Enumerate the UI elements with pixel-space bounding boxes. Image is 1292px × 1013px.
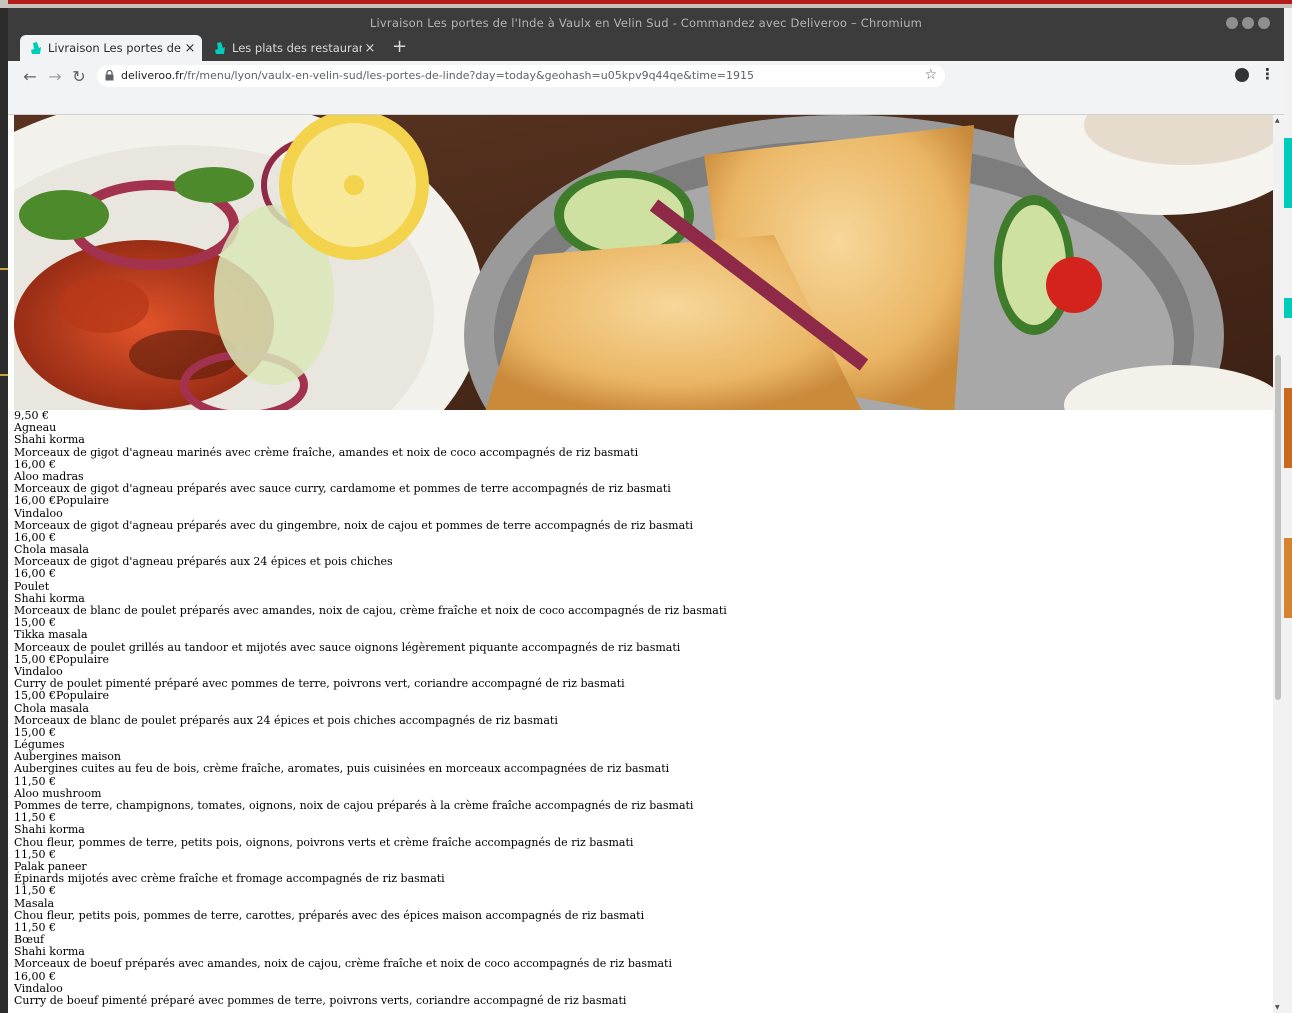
arrow-right-icon: → (48, 67, 62, 86)
menu-text-line: 11,50 € (14, 920, 56, 934)
tab-label: Les plats des restaurants (232, 41, 362, 55)
menu-text-line: Morceaux de boeuf préparés avec amandes,… (14, 957, 672, 971)
menu-list: 9,50 € Agneau Shahi korma Morceaux de gigot… (14, 409, 1264, 1007)
url-host: deliveroo.fr (121, 69, 184, 82)
menu-text-line: Shahi korma (14, 433, 85, 447)
maximize-button[interactable] (1242, 17, 1254, 29)
scroll-down-icon[interactable]: ▼ (1275, 1004, 1280, 1011)
tab-strip: Livraison Les portes de l'I × Les plats … (8, 35, 1284, 61)
menu-text-line: 15,00 € (14, 725, 56, 739)
menu-text-line: Morceaux de gigot d'agneau préparés avec… (14, 482, 671, 496)
menu-text-line: 15,00 € (14, 616, 56, 630)
menu-text-line: 15,00 €Populaire (14, 652, 110, 666)
window-controls (1226, 17, 1270, 29)
restaurant-hero-image (14, 115, 1273, 410)
menu-text-line: Morceaux de blanc de poulet préparés ave… (14, 604, 727, 617)
menu-text-line: Pommes de terre, champignons, tomates, o… (14, 799, 694, 812)
background-window-edge (1283, 8, 1292, 1013)
browser-window: Livraison Les portes de l'Inde à Vaulx e… (8, 8, 1284, 1013)
menu-text-line: Vindaloo (14, 506, 63, 520)
menu-text-line: 16,00 € (14, 567, 56, 581)
menu-text-line: 16,00 € (14, 969, 56, 983)
menu-text-line: 16,00 €Populaire (14, 494, 110, 508)
menu-text-line: Chola masala (14, 701, 89, 715)
desktop-accent-strip (8, 0, 1292, 4)
url-path: /fr/menu/lyon/vaulx-en-velin-sud/les-por… (183, 69, 754, 82)
menu-text-line: 11,50 € (14, 774, 56, 788)
page-scrollbar[interactable]: ▲ ▼ (1273, 115, 1284, 1013)
menu-text-line: Shahi korma (14, 823, 85, 837)
kebab-menu-icon[interactable]: ⋮ (1260, 65, 1275, 83)
menu-text-line: 15,00 €Populaire (14, 689, 110, 703)
menu-text-line: Aubergines cuites au feu de bois, crème … (14, 762, 670, 776)
menu-text-line: Morceaux de blanc de poulet préparés aux… (14, 713, 558, 727)
menu-text-line: 11,50 € (14, 847, 56, 861)
menu-text-line: 16,00 € (14, 530, 56, 544)
menu-text-line: Tikka masala (14, 628, 88, 642)
menu-text-line: Épinards mijotés avec crème fraîche et f… (14, 872, 445, 886)
url-text[interactable]: deliveroo.fr/fr/menu/lyon/vaulx-en-velin… (121, 69, 754, 82)
menu-text-line: Morceaux de poulet grillés au tandoor et… (14, 640, 681, 654)
address-bar[interactable]: deliveroo.fr/fr/menu/lyon/vaulx-en-velin… (97, 65, 945, 87)
menu-text-line: Poulet (14, 579, 50, 593)
menu-text-line: 9,50 € (14, 409, 49, 422)
food-photo (14, 115, 1273, 410)
page-content: 9,50 € Agneau Shahi korma Morceaux de gigot… (14, 115, 1273, 1013)
tab-deliveroo-restaurant[interactable]: Livraison Les portes de l'I × (20, 35, 202, 61)
menu-text-line: Morceaux de gigot d'agneau préparés avec… (14, 518, 694, 532)
menu-text-line: Morceaux de gigot d'agneau préparés aux … (14, 555, 393, 569)
menu-text-line: Curry de boeuf pimenté préparé avec pomm… (14, 994, 627, 1007)
menu-text-line: Bœuf (14, 933, 45, 947)
tab-close-icon[interactable]: × (362, 41, 378, 56)
window-title: Livraison Les portes de l'Inde à Vaulx e… (369, 16, 923, 30)
menu-text-line: Chou fleur, pommes de terre, petits pois… (14, 835, 634, 849)
menu-text-line: 11,50 € (14, 884, 56, 898)
menu-text-line: 11,50 € (14, 811, 56, 825)
lock-icon (105, 70, 114, 81)
new-tab-button[interactable]: + (392, 36, 407, 57)
deliveroo-kangaroo-icon (215, 41, 225, 54)
back-button[interactable]: ← (20, 67, 40, 87)
account-icon[interactable] (1235, 68, 1249, 82)
tab-label: Livraison Les portes de l'I (48, 41, 182, 55)
menu-text-line: Légumes (14, 738, 65, 752)
reload-button[interactable]: ↻ (69, 67, 89, 87)
forward-button[interactable]: → (45, 67, 65, 87)
menu-text-line: Masala (14, 896, 55, 910)
tab-restaurant-dishes[interactable]: Les plats des restaurants × (204, 35, 382, 61)
arrow-left-icon: ← (23, 67, 37, 86)
scroll-up-icon[interactable]: ▲ (1275, 117, 1280, 124)
tab-close-icon[interactable]: × (182, 41, 198, 56)
menu-text-line: Curry de poulet pimenté préparé avec pom… (14, 677, 625, 691)
browser-toolbar: ← → ↻ deliveroo.fr/fr/menu/lyon/vaulx-en… (8, 61, 1284, 115)
menu-text-line: Chou fleur, petits pois, pommes de terre… (14, 908, 645, 922)
menu-text-line: 16,00 € (14, 457, 56, 471)
reload-icon: ↻ (72, 67, 86, 86)
close-window-button[interactable] (1258, 17, 1270, 29)
star-icon[interactable]: ☆ (924, 67, 937, 83)
scrollbar-thumb[interactable] (1275, 355, 1281, 700)
menu-text-line: Morceaux de gigot d'agneau marinés avec … (14, 445, 639, 459)
deliveroo-kangaroo-icon (31, 41, 41, 54)
menu-text-line: Agneau (14, 421, 57, 435)
desktop-left-strip (0, 8, 8, 1013)
minimize-button[interactable] (1226, 17, 1238, 29)
